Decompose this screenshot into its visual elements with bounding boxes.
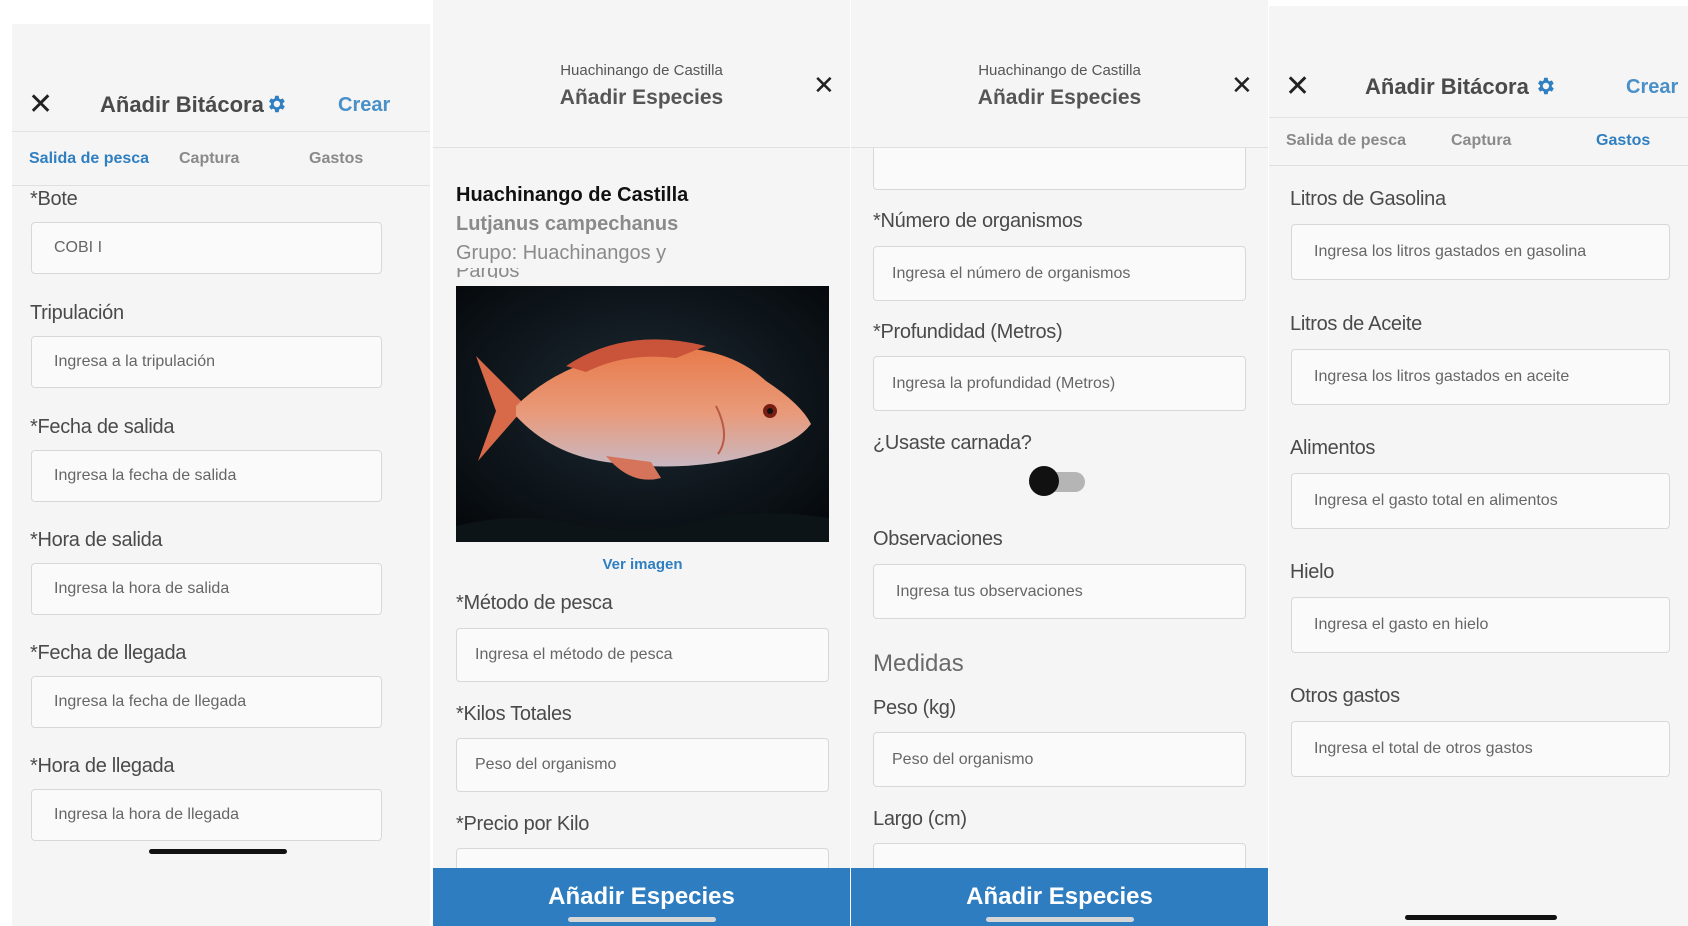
tab-bar: Salida de pesca Captura Gastos bbox=[12, 132, 430, 186]
status-bar bbox=[1269, 6, 1688, 60]
kilos-totales-input[interactable]: Peso del organismo bbox=[456, 738, 829, 792]
species-common-name: Huachinango de Castilla bbox=[456, 184, 689, 206]
screen-salida-de-pesca: ✕ Añadir Bitácora Crear Salida de pesca … bbox=[12, 24, 430, 926]
observaciones-input[interactable]: Ingresa tus observaciones bbox=[873, 564, 1246, 619]
close-icon[interactable]: ✕ bbox=[813, 70, 835, 100]
home-indicator bbox=[149, 849, 287, 854]
screen-gastos: ✕ Añadir Bitácora Crear Salida de pesca … bbox=[1269, 6, 1688, 926]
tab-captura[interactable]: Captura bbox=[1451, 132, 1511, 150]
tab-salida-de-pesca[interactable]: Salida de pesca bbox=[1286, 132, 1406, 150]
profundidad-label: *Profundidad (Metros) bbox=[873, 321, 1063, 343]
precio-kilo-label: *Precio por Kilo bbox=[456, 813, 590, 835]
page-title: Añadir Especies bbox=[559, 86, 724, 109]
largo-label: Largo (cm) bbox=[873, 808, 967, 830]
hora-llegada-label: *Hora de llegada bbox=[30, 755, 175, 777]
gear-icon[interactable] bbox=[1534, 75, 1556, 97]
kilos-totales-label: *Kilos Totales bbox=[456, 703, 572, 725]
crear-button[interactable]: Crear bbox=[1626, 76, 1678, 99]
tab-gastos[interactable]: Gastos bbox=[1596, 132, 1650, 150]
gear-icon[interactable] bbox=[265, 93, 287, 115]
header: Huachinango de Castilla Añadir Especies … bbox=[433, 0, 850, 148]
home-indicator bbox=[568, 917, 716, 922]
peso-input[interactable]: Peso del organismo bbox=[873, 732, 1246, 787]
fecha-salida-input[interactable]: Ingresa la fecha de salida bbox=[31, 450, 382, 502]
hora-llegada-input[interactable]: Ingresa la hora de llegada bbox=[31, 789, 382, 841]
species-group: Grupo: Huachinangos y bbox=[456, 242, 667, 264]
species-subtitle: Huachinango de Castilla bbox=[978, 62, 1141, 79]
page-title: Añadir Bitácora bbox=[1365, 74, 1529, 99]
observaciones-label: Observaciones bbox=[873, 528, 1003, 550]
tab-bar: Salida de pesca Captura Gastos bbox=[1269, 118, 1688, 166]
ver-imagen-link[interactable]: Ver imagen bbox=[456, 556, 829, 573]
close-icon[interactable]: ✕ bbox=[28, 90, 53, 120]
screen-anadir-especies-2: Huachinango de Castilla Añadir Especies … bbox=[851, 0, 1268, 926]
otros-gastos-input[interactable]: Ingresa el total de otros gastos bbox=[1291, 721, 1670, 777]
hielo-input[interactable]: Ingresa el gasto en hielo bbox=[1291, 597, 1670, 653]
species-scientific-name: Lutjanus campechanus bbox=[456, 213, 679, 235]
bote-label: *Bote bbox=[30, 188, 78, 210]
hora-salida-label: *Hora de salida bbox=[30, 529, 163, 551]
header: Huachinango de Castilla Añadir Especies … bbox=[851, 0, 1268, 148]
tripulacion-input[interactable]: Ingresa a la tripulación bbox=[31, 336, 382, 388]
page-title: Añadir Especies bbox=[977, 86, 1142, 109]
metodo-pesca-label: *Método de pesca bbox=[456, 592, 613, 614]
aceite-input[interactable]: Ingresa los litros gastados en aceite bbox=[1291, 349, 1670, 405]
close-icon[interactable]: ✕ bbox=[1231, 70, 1253, 100]
species-group-overflow: Pargos bbox=[456, 268, 806, 278]
otros-gastos-label: Otros gastos bbox=[1290, 685, 1400, 707]
status-bar bbox=[12, 24, 430, 78]
gasolina-input[interactable]: Ingresa los litros gastados en gasolina bbox=[1291, 224, 1670, 280]
numero-organismos-input[interactable]: Ingresa el número de organismos bbox=[873, 246, 1246, 301]
crear-button[interactable]: Crear bbox=[338, 94, 390, 117]
tab-captura[interactable]: Captura bbox=[179, 150, 239, 168]
home-indicator bbox=[986, 917, 1134, 922]
app-screens-collage: ✕ Añadir Bitácora Crear Salida de pesca … bbox=[0, 0, 1688, 926]
alimentos-label: Alimentos bbox=[1290, 437, 1376, 459]
tab-salida-de-pesca[interactable]: Salida de pesca bbox=[29, 150, 149, 168]
aceite-label: Litros de Aceite bbox=[1290, 313, 1422, 335]
peso-label: Peso (kg) bbox=[873, 697, 956, 719]
close-icon[interactable]: ✕ bbox=[1285, 72, 1310, 102]
alimentos-input[interactable]: Ingresa el gasto total en alimentos bbox=[1291, 473, 1670, 529]
fecha-salida-label: *Fecha de salida bbox=[30, 416, 175, 438]
fecha-llegada-input[interactable]: Ingresa la fecha de llegada bbox=[31, 676, 382, 728]
carnada-toggle[interactable] bbox=[1029, 466, 1087, 496]
header: ✕ Añadir Bitácora Crear bbox=[1269, 60, 1688, 118]
home-indicator bbox=[1405, 915, 1557, 920]
species-subtitle: Huachinango de Castilla bbox=[560, 62, 723, 79]
metodo-pesca-input[interactable]: Ingresa el método de pesca bbox=[456, 628, 829, 682]
bote-input[interactable]: COBI I bbox=[31, 222, 382, 274]
tab-gastos[interactable]: Gastos bbox=[309, 150, 363, 168]
carnada-label: ¿Usaste carnada? bbox=[873, 432, 1032, 454]
toggle-knob bbox=[1029, 466, 1059, 496]
screen-anadir-especies-1: Huachinango de Castilla Añadir Especies … bbox=[433, 0, 850, 926]
anadir-especies-button-label: Añadir Especies bbox=[966, 883, 1153, 910]
hielo-label: Hielo bbox=[1290, 561, 1335, 583]
hora-salida-input[interactable]: Ingresa la hora de salida bbox=[31, 563, 382, 615]
anadir-especies-button[interactable]: Añadir Especies bbox=[851, 868, 1268, 926]
tripulacion-label: Tripulación bbox=[30, 302, 124, 324]
page-title: Añadir Bitácora bbox=[100, 92, 264, 117]
anadir-especies-button-label: Añadir Especies bbox=[548, 883, 735, 910]
header: ✕ Añadir Bitácora Crear bbox=[12, 78, 430, 132]
gasolina-label: Litros de Gasolina bbox=[1290, 188, 1446, 210]
numero-organismos-label: *Número de organismos bbox=[873, 210, 1083, 232]
fish-photo bbox=[456, 286, 829, 542]
anadir-especies-button[interactable]: Añadir Especies bbox=[433, 868, 850, 926]
medidas-heading: Medidas bbox=[873, 650, 964, 677]
fecha-llegada-label: *Fecha de llegada bbox=[30, 642, 187, 664]
profundidad-input[interactable]: Ingresa la profundidad (Metros) bbox=[873, 356, 1246, 411]
